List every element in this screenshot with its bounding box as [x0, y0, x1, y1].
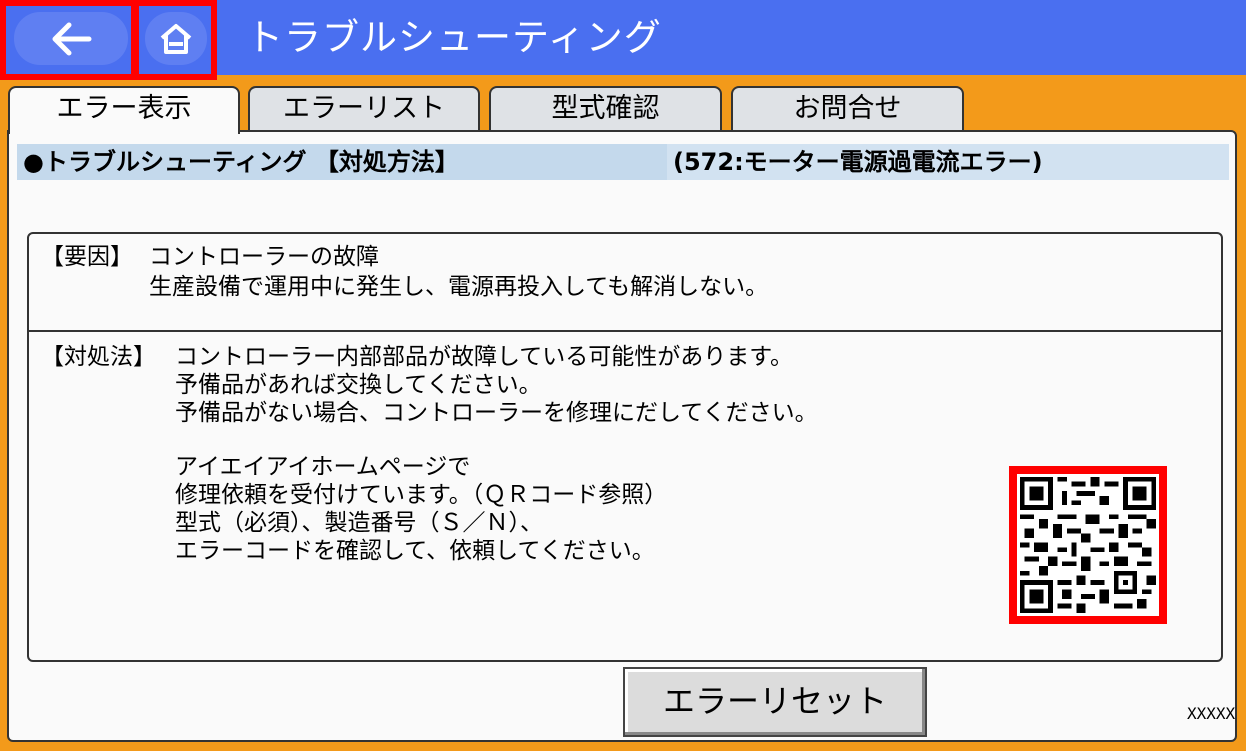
tab-inquiry[interactable]: お問合せ: [731, 86, 964, 130]
info-bar: ●トラブルシューティング 【対処方法】 (572:モーター電源過電流エラー): [17, 144, 1229, 180]
arrow-left-icon: [52, 22, 92, 55]
nav-divider: [131, 0, 139, 74]
qr-code-frame[interactable]: [1009, 466, 1167, 624]
tab-error-list[interactable]: エラーリスト: [248, 86, 480, 130]
remedy-line: コントローラー内部部品が故障している可能性があります。: [175, 344, 794, 370]
header-bar: トラブルシューティング: [0, 0, 1246, 80]
remedy-line: 予備品があれば交換してください。: [175, 372, 542, 398]
cause-title: コントローラーの故障: [149, 244, 379, 270]
section-divider: [29, 330, 1221, 332]
remedy-line: 修理依頼を受付けています。（ＱＲコード参照）: [175, 482, 668, 508]
remedy-line: 予備品がない場合、コントローラーを修理にだしてください。: [175, 400, 818, 426]
home-icon: [160, 23, 192, 54]
error-reset-button[interactable]: エラーリセット: [623, 667, 927, 737]
info-heading: ●トラブルシューティング 【対処方法】: [23, 148, 459, 176]
remedy-line: アイエイアイホームページで: [175, 454, 471, 480]
main-panel: ●トラブルシューティング 【対処方法】 (572:モーター電源過電流エラー) 【…: [7, 130, 1237, 742]
screen-code: XXXXX: [1187, 704, 1236, 723]
error-code-label: (572:モーター電源過電流エラー): [667, 144, 1229, 180]
remedy-line: エラーコードを確認して、依頼してください。: [175, 538, 655, 564]
tab-model-check[interactable]: 型式確認: [489, 86, 722, 130]
home-button[interactable]: [145, 12, 207, 65]
back-button[interactable]: [14, 12, 128, 65]
cause-text: 生産設備で運用中に発生し、電源再投入しても解消しない。: [149, 274, 769, 300]
tab-error-display[interactable]: エラー表示: [8, 86, 240, 134]
remedy-line: 型式（必須）、製造番号（Ｓ／Ｎ）、: [175, 510, 543, 536]
remedy-label: 【対処法】: [41, 344, 156, 370]
troubleshooting-content: 【要因】 コントローラーの故障 生産設備で運用中に発生し、電源再投入しても解消し…: [27, 232, 1223, 662]
cause-label: 【要因】: [41, 244, 133, 270]
page-title: トラブルシューティング: [246, 16, 662, 59]
qr-code-icon: [1020, 477, 1156, 613]
